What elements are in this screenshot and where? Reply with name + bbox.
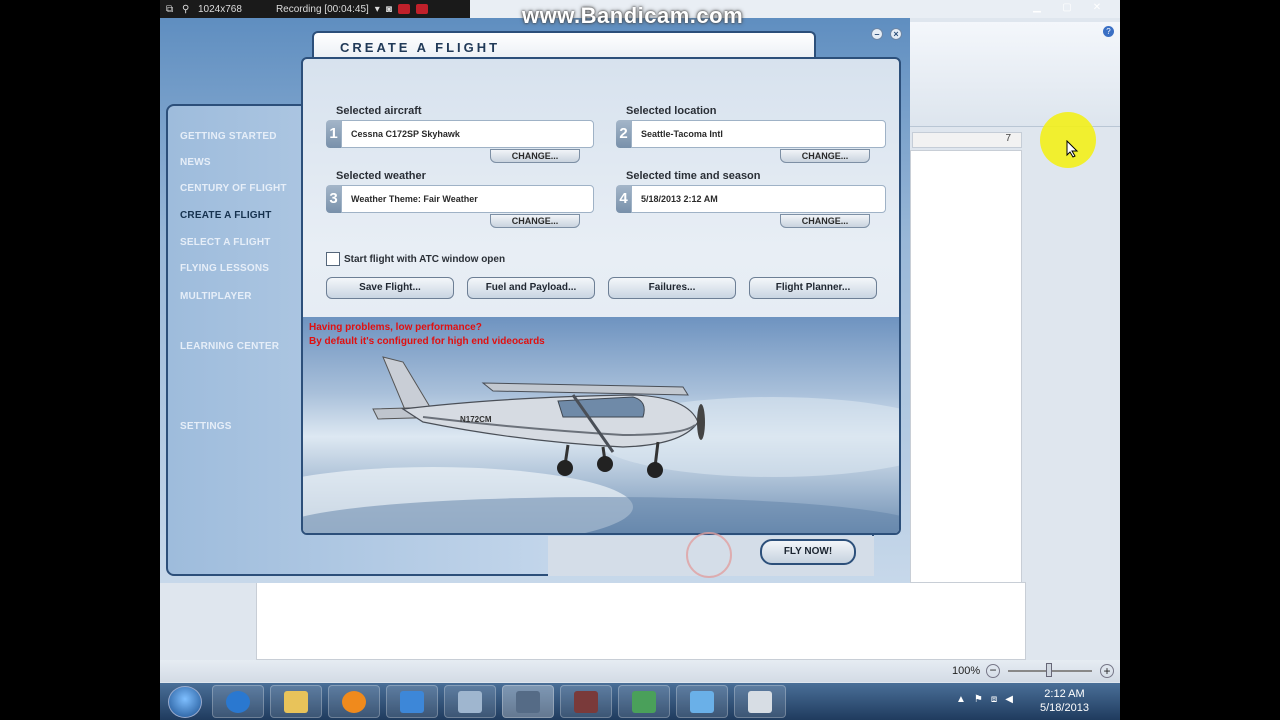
- app-icon[interactable]: [444, 685, 496, 718]
- system-tray: ▲ ⚑ ⧈ ◀: [956, 694, 1013, 705]
- change-time-button[interactable]: CHANGE...: [780, 214, 870, 228]
- time-row: 4 5/18/2013 2:12 AM: [616, 185, 886, 213]
- step-number: 2: [616, 120, 631, 148]
- aircraft-label: Selected aircraft: [336, 105, 422, 117]
- start-button[interactable]: [168, 686, 202, 718]
- nav-getting-started[interactable]: GETTING STARTED: [180, 131, 277, 142]
- nav-settings[interactable]: SETTINGS: [180, 421, 232, 432]
- zoom-slider-thumb[interactable]: [1046, 663, 1052, 677]
- change-weather-button[interactable]: CHANGE...: [490, 214, 580, 228]
- nav-multiplayer[interactable]: MULTIPLAYER: [180, 291, 252, 302]
- folder-icon[interactable]: [270, 685, 322, 718]
- bandicam-icon: ⧉: [166, 4, 174, 15]
- weather-row: 3 Weather Theme: Fair Weather: [326, 185, 594, 213]
- aircraft-row: 1 Cessna C172SP Skyhawk: [326, 120, 594, 148]
- step-number: 1: [326, 120, 341, 148]
- zoom-out-button[interactable]: −: [986, 664, 1000, 678]
- capture-resolution: 1024x768: [198, 3, 242, 15]
- close-icon[interactable]: ✕: [1082, 0, 1112, 16]
- flight-planner-button[interactable]: Flight Planner...: [749, 277, 877, 299]
- window-icon[interactable]: [618, 685, 670, 718]
- weather-field: Weather Theme: Fair Weather: [341, 185, 594, 213]
- page-title: CREATE A FLIGHT: [340, 40, 501, 55]
- warning-line-2: By default it's configured for high end …: [309, 336, 545, 347]
- nav-century-of-flight[interactable]: CENTURY OF FLIGHT: [180, 183, 287, 194]
- zoom-level: 100%: [952, 665, 981, 677]
- warning-line-1: Having problems, low performance?: [309, 322, 482, 333]
- flag-icon[interactable]: ⚑: [974, 694, 983, 705]
- flight-sim-icon[interactable]: [386, 685, 438, 718]
- time-label: Selected time and season: [626, 170, 761, 182]
- volume-icon[interactable]: ◀: [1005, 694, 1013, 705]
- weather-label: Selected weather: [336, 170, 426, 182]
- change-aircraft-button[interactable]: CHANGE...: [490, 149, 580, 163]
- location-row: 2 Seattle-Tacoma Intl: [616, 120, 886, 148]
- network-icon[interactable]: ⧈: [991, 694, 997, 705]
- nav-create-a-flight[interactable]: CREATE A FLIGHT: [180, 210, 272, 221]
- failures-button[interactable]: Failures...: [608, 277, 736, 299]
- taskbar: ▲ ⚑ ⧈ ◀ 2:12 AM 5/18/2013: [160, 683, 1120, 720]
- cessna-image: [303, 356, 899, 533]
- nav-flying-lessons[interactable]: FLYING LESSONS: [180, 263, 269, 274]
- bandicam-recording-bar: ⧉ ⚲ 1024x768 Recording [00:04:45] ▾ ◙: [160, 0, 470, 18]
- dropdown-icon[interactable]: ▾: [375, 4, 380, 15]
- camera-icon[interactable]: ◙: [386, 4, 392, 15]
- fly-now-button[interactable]: FLY NOW!: [760, 539, 856, 565]
- nav-news[interactable]: NEWS: [180, 157, 211, 168]
- recorder-icon[interactable]: [560, 685, 612, 718]
- recording-status: Recording [00:04:45]: [275, 3, 369, 15]
- nav-select-a-flight[interactable]: SELECT A FLIGHT: [180, 237, 271, 248]
- zoom-in-button[interactable]: +: [1100, 664, 1114, 678]
- search-icon: ⚲: [182, 4, 190, 15]
- clock-time: 2:12 AM: [1044, 688, 1085, 700]
- click-indicator: [686, 532, 732, 578]
- location-field: Seattle-Tacoma Intl: [631, 120, 886, 148]
- clock[interactable]: 2:12 AM 5/18/2013: [1040, 687, 1089, 715]
- aircraft-preview: Having problems, low performance? By def…: [303, 317, 899, 533]
- step-number: 3: [326, 185, 341, 213]
- close-icon[interactable]: [415, 4, 428, 14]
- aircraft-field: Cessna C172SP Skyhawk: [341, 120, 594, 148]
- aircraft-registration: N172CM: [460, 415, 492, 424]
- maximize-icon[interactable]: ▢: [1052, 0, 1082, 16]
- location-label: Selected location: [626, 105, 717, 117]
- nav-learning-center[interactable]: LEARNING CENTER: [180, 341, 279, 352]
- time-field: 5/18/2013 2:12 AM: [631, 185, 886, 213]
- tray-expand-icon[interactable]: ▲: [956, 694, 966, 705]
- network-app-icon[interactable]: [676, 685, 728, 718]
- atc-option: Start flight with ATC window open: [326, 252, 505, 266]
- clock-date: 5/18/2013: [1040, 702, 1089, 714]
- fuel-payload-button[interactable]: Fuel and Payload...: [467, 277, 595, 299]
- fsx-taskbar-icon[interactable]: [502, 685, 554, 718]
- image-app-icon[interactable]: [734, 685, 786, 718]
- help-icon[interactable]: ?: [1103, 26, 1114, 37]
- watermark: www.Bandicam.com: [522, 3, 744, 28]
- step-number: 4: [616, 185, 631, 213]
- stop-icon[interactable]: [397, 4, 410, 14]
- word-ruler: 7: [912, 132, 1022, 148]
- atc-checkbox[interactable]: [326, 252, 340, 266]
- word-page-lower[interactable]: [256, 582, 1026, 660]
- word-ribbon: [900, 22, 1120, 127]
- minimize-icon[interactable]: –: [871, 28, 883, 40]
- screen: ? 7 100% − + ▁ ▢ ✕ GETTING STARTED NEWS …: [160, 0, 1120, 720]
- ruler-mark: 7: [1005, 133, 1011, 144]
- mouse-cursor-icon: [1066, 140, 1079, 158]
- change-location-button[interactable]: CHANGE...: [780, 149, 870, 163]
- close-icon[interactable]: ×: [890, 28, 902, 40]
- create-flight-panel: Selected aircraft 1 Cessna C172SP Skyhaw…: [301, 57, 901, 535]
- atc-label: Start flight with ATC window open: [344, 253, 506, 265]
- media-player-icon[interactable]: [328, 685, 380, 718]
- word-status-bar: 100% − +: [160, 660, 1120, 682]
- ie-icon[interactable]: [212, 685, 264, 718]
- save-flight-button[interactable]: Save Flight...: [326, 277, 454, 299]
- window-controls: ▁ ▢ ✕: [1022, 0, 1112, 16]
- minimize-icon[interactable]: ▁: [1022, 0, 1052, 16]
